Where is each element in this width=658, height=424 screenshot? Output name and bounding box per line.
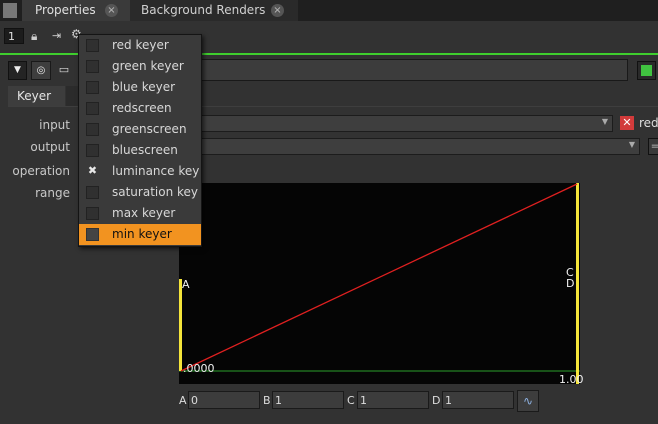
curve-point-a-label: A (182, 278, 190, 291)
menu-item-saturation-key[interactable]: saturation key (79, 182, 201, 203)
tab-background-renders[interactable]: Background Renders × (130, 0, 298, 21)
curve-editor-icon[interactable]: ∿ (517, 390, 539, 412)
node-name-field[interactable] (199, 59, 628, 81)
range-a-input[interactable]: 0 (188, 391, 260, 409)
menu-item-label: greenscreen (112, 122, 187, 136)
menu-item-green-keyer[interactable]: green keyer (79, 56, 201, 77)
lock-icon[interactable]: 🔒︎ (31, 29, 37, 44)
menu-item-bluescreen[interactable]: bluescreen (79, 140, 201, 161)
node-color-swatch (641, 65, 652, 76)
range-curve-svg[interactable] (179, 183, 580, 384)
menu-item-luminance-key[interactable]: ✖ luminance key (79, 161, 201, 182)
collapse-arrow-icon[interactable]: ▼ (8, 61, 27, 80)
curve-point-cd-label: C D (566, 266, 575, 290)
checkbox-icon (86, 60, 99, 73)
range-c-input[interactable]: 1 (357, 391, 429, 409)
curve-min-label: .0000 (183, 362, 215, 375)
tab-properties-label: Properties (35, 3, 96, 17)
checkbox-icon (86, 81, 99, 94)
range-curve-editor[interactable]: A C D .0000 1.00 (179, 183, 584, 386)
checkbox-icon (86, 144, 99, 157)
range-curve-line (180, 183, 578, 372)
range-b-input[interactable]: 1 (272, 391, 344, 409)
checkbox-icon (86, 186, 99, 199)
menu-item-min-keyer[interactable]: min keyer (79, 224, 201, 245)
menu-item-label: bluescreen (112, 143, 178, 157)
output-label: output (30, 140, 70, 154)
node-icon[interactable]: ▭ (55, 61, 73, 78)
menu-item-max-keyer[interactable]: max keyer (79, 203, 201, 224)
max-panels-field[interactable]: 1 (4, 28, 24, 44)
close-icon[interactable]: × (271, 4, 284, 17)
range-d-label: D (432, 394, 441, 407)
output-channel-dropdown[interactable]: ▼ (199, 138, 640, 155)
menu-item-label: red keyer (112, 38, 169, 52)
menu-item-label: luminance key (112, 164, 200, 178)
menu-item-redscreen[interactable]: redscreen (79, 98, 201, 119)
menu-item-label: max keyer (112, 206, 176, 220)
channel-red-label: red (639, 116, 658, 130)
checkbox-icon (86, 123, 99, 136)
channel-red-toggle[interactable]: ✕ (620, 116, 634, 130)
output-options-button[interactable]: = (648, 138, 658, 155)
checkbox-icon (86, 102, 99, 115)
tab-properties[interactable]: Properties × (22, 0, 130, 21)
tab-background-renders-label: Background Renders (141, 3, 266, 17)
curve-max-label: 1.00 (559, 373, 584, 386)
tab-node[interactable] (66, 86, 78, 106)
menu-item-blue-keyer[interactable]: blue keyer (79, 77, 201, 98)
range-b-label: B (263, 394, 271, 407)
node-color-button[interactable] (637, 61, 656, 80)
menu-item-red-keyer[interactable]: red keyer (79, 35, 201, 56)
float-panel-icon[interactable]: ⇥ (52, 29, 61, 42)
view-node-icon[interactable]: ◎ (31, 61, 51, 80)
input-channel-dropdown[interactable]: ▼ (199, 115, 613, 132)
chevron-down-icon: ▼ (601, 117, 608, 126)
panel-menu-icon[interactable] (3, 3, 17, 18)
checkbox-icon (86, 207, 99, 220)
menu-item-label: redscreen (112, 101, 172, 115)
operation-menu[interactable]: red keyer green keyer blue keyer redscreen g… (78, 34, 202, 247)
checkmark-icon: ✖ (87, 164, 98, 177)
operation-label: operation (12, 164, 70, 178)
range-d-input[interactable]: 1 (442, 391, 514, 409)
chevron-down-icon: ▼ (628, 140, 635, 149)
tab-bar: Properties × Background Renders × (0, 0, 658, 21)
range-c-label: C (347, 394, 355, 407)
checkbox-icon (86, 39, 99, 52)
tab-keyer[interactable]: Keyer (8, 86, 65, 106)
range-label: range (35, 186, 70, 200)
menu-item-greenscreen[interactable]: greenscreen (79, 119, 201, 140)
close-icon[interactable]: × (105, 4, 118, 17)
menu-item-label: blue keyer (112, 80, 176, 94)
range-a-label: A (179, 394, 187, 407)
checkbox-icon (86, 228, 99, 241)
input-label: input (39, 118, 70, 132)
menu-item-label: saturation key (112, 185, 199, 199)
menu-item-label: min keyer (112, 227, 172, 241)
menu-item-label: green keyer (112, 59, 184, 73)
